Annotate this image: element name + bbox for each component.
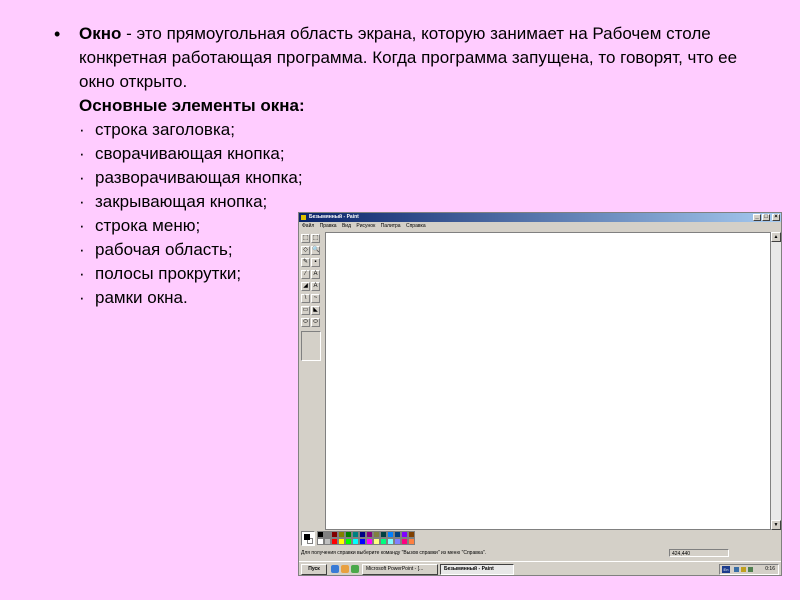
list-item: · строка заголовка; [79,120,235,139]
palette-swatch[interactable] [317,531,324,538]
palette-swatch[interactable] [401,538,408,545]
drawing-canvas[interactable] [326,233,770,529]
color-palette [301,531,501,547]
tray-volume-icon[interactable] [741,567,746,572]
clock: 0:16 [765,566,775,572]
window-title: Безымянный - Paint [309,214,359,220]
palette-swatch[interactable] [366,538,373,545]
palette-swatch[interactable] [324,531,331,538]
menu-help[interactable]: Справка [406,223,426,229]
palette-swatch[interactable] [387,538,394,545]
tool-options-box[interactable] [301,331,321,361]
palette-swatch[interactable] [345,538,352,545]
task-powerpoint[interactable]: Microsoft PowerPoint - [... [362,564,438,575]
palette-swatch[interactable] [331,538,338,545]
status-bar: Для получения справки выберите команду "… [299,548,781,558]
palette-swatch[interactable] [394,531,401,538]
quicklaunch-mail-icon[interactable] [341,565,349,573]
scroll-down-icon[interactable]: ▼ [771,520,781,530]
ellipse-icon[interactable]: ⬭ [301,318,310,327]
maximize-button[interactable]: □ [762,214,770,221]
menu-file[interactable]: Файл [302,223,314,229]
vertical-scrollbar[interactable]: ▲ ▼ [771,232,781,530]
list-item: · разворачивающая кнопка; [79,168,303,187]
menu-palette[interactable]: Палитра [381,223,401,229]
free-select-icon[interactable]: ⬚ [301,234,310,243]
status-help-text: Для получения справки выберите команду "… [301,550,487,556]
task-paint[interactable]: Безымянный - Paint [440,564,514,575]
palette-swatch[interactable] [401,531,408,538]
title-bar[interactable]: Безымянный - Paint _ □ × [299,213,781,222]
palette-swatch[interactable] [324,538,331,545]
palette-swatch[interactable] [345,531,352,538]
toolbox: ⬚ ⬚ ◇ 🔍 ✎ ▪ ⁄ A ◢ A \ ~ ▭ ◣ ⬭ ⬭ [301,234,323,346]
tray-network-icon[interactable] [734,567,739,572]
palette-swatch[interactable] [366,531,373,538]
canvas-area [325,232,771,530]
term: Окно [79,24,122,43]
eraser-icon[interactable]: ◇ [301,246,310,255]
menu-bar: Файл Правка Вид Рисунок Палитра Справка [299,222,781,231]
elements-heading: Основные элементы окна: [79,96,305,115]
palette-swatch[interactable] [387,531,394,538]
palette-swatch[interactable] [408,531,415,538]
color-picker-icon[interactable]: ✎ [301,258,310,267]
palette-swatch[interactable] [338,538,345,545]
quicklaunch-browser-icon[interactable] [331,565,339,573]
minimize-button[interactable]: _ [753,214,761,221]
menu-edit[interactable]: Правка [320,223,337,229]
definition-paragraph: Окно - это прямоугольная область экрана,… [79,22,754,94]
fill-icon[interactable]: 🔍 [311,246,320,255]
palette-swatch[interactable] [352,531,359,538]
palette-swatch[interactable] [317,538,324,545]
palette-swatch[interactable] [359,538,366,545]
magnifier-icon[interactable]: ▪ [311,258,320,267]
pencil-icon[interactable]: ⁄ [301,270,310,279]
foreground-color [304,534,310,540]
start-button[interactable]: Пуск [301,564,327,575]
menu-view[interactable]: Вид [342,223,351,229]
palette-swatch[interactable] [373,538,380,545]
current-colors[interactable] [301,531,315,546]
language-indicator[interactable]: En [722,566,730,573]
list-item: · сворачивающая кнопка; [79,144,285,163]
palette-swatch[interactable] [331,531,338,538]
palette-swatch[interactable] [373,531,380,538]
palette-swatch[interactable] [394,538,401,545]
paint-window-screenshot: Безымянный - Paint _ □ × Файл Правка Вид… [298,212,782,576]
rect-select-icon[interactable]: ⬚ [311,234,320,243]
brush-icon[interactable]: A [311,270,320,279]
paint-app-icon [301,215,306,220]
list-item: · закрывающая кнопка; [79,192,268,211]
tray-app-icon[interactable] [748,567,753,572]
palette-swatch[interactable] [359,531,366,538]
system-tray: En 0:16 [719,564,779,575]
palette-swatch[interactable] [380,531,387,538]
line-icon[interactable]: \ [301,294,310,303]
quicklaunch-desktop-icon[interactable] [351,565,359,573]
rounded-rect-icon[interactable]: ⬭ [311,318,320,327]
status-coordinates: 424,440 [669,549,729,557]
close-button[interactable]: × [772,214,780,221]
curve-icon[interactable]: ~ [311,294,320,303]
palette-swatch[interactable] [408,538,415,545]
polygon-icon[interactable]: ◣ [311,306,320,315]
taskbar: Пуск Microsoft PowerPoint - [... Безымян… [299,561,781,575]
palette-swatch[interactable] [338,531,345,538]
bullet-marker: • [54,24,61,44]
text-tool-icon[interactable]: A [311,282,320,291]
palette-swatch[interactable] [380,538,387,545]
definition: - это прямоугольная область экрана, кото… [79,24,738,91]
menu-image[interactable]: Рисунок [356,223,375,229]
airbrush-icon[interactable]: ◢ [301,282,310,291]
palette-swatch[interactable] [352,538,359,545]
rectangle-icon[interactable]: ▭ [301,306,310,315]
scroll-up-icon[interactable]: ▲ [771,232,781,242]
